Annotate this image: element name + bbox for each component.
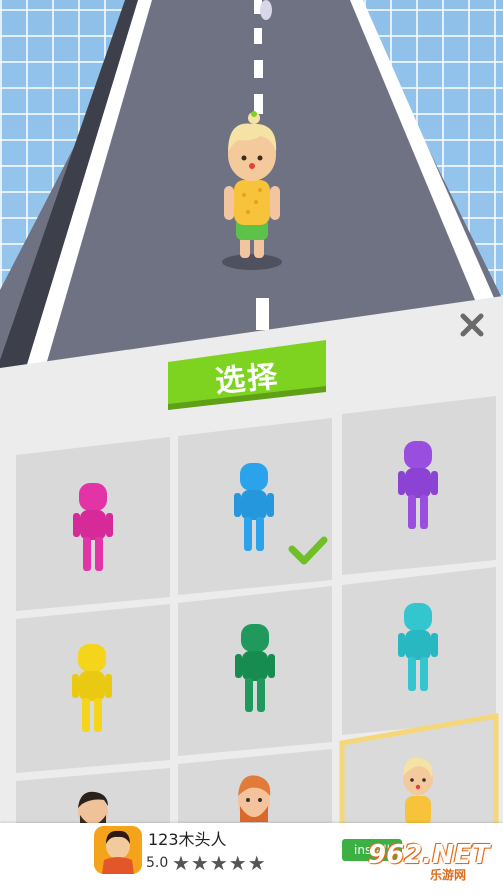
site-watermark: 962.NET 乐游网 (368, 840, 498, 890)
ad-rating-stars: ★★★★★ (172, 851, 267, 875)
skin-grid (0, 0, 503, 895)
watermark-subtitle: 乐游网 (430, 868, 467, 882)
ad-app-icon[interactable] (94, 826, 142, 874)
watermark-logo: 962.NET (368, 840, 490, 870)
ad-rating-value: 5.0 (146, 855, 169, 871)
ad-app-title: 123木头人 (148, 830, 227, 849)
